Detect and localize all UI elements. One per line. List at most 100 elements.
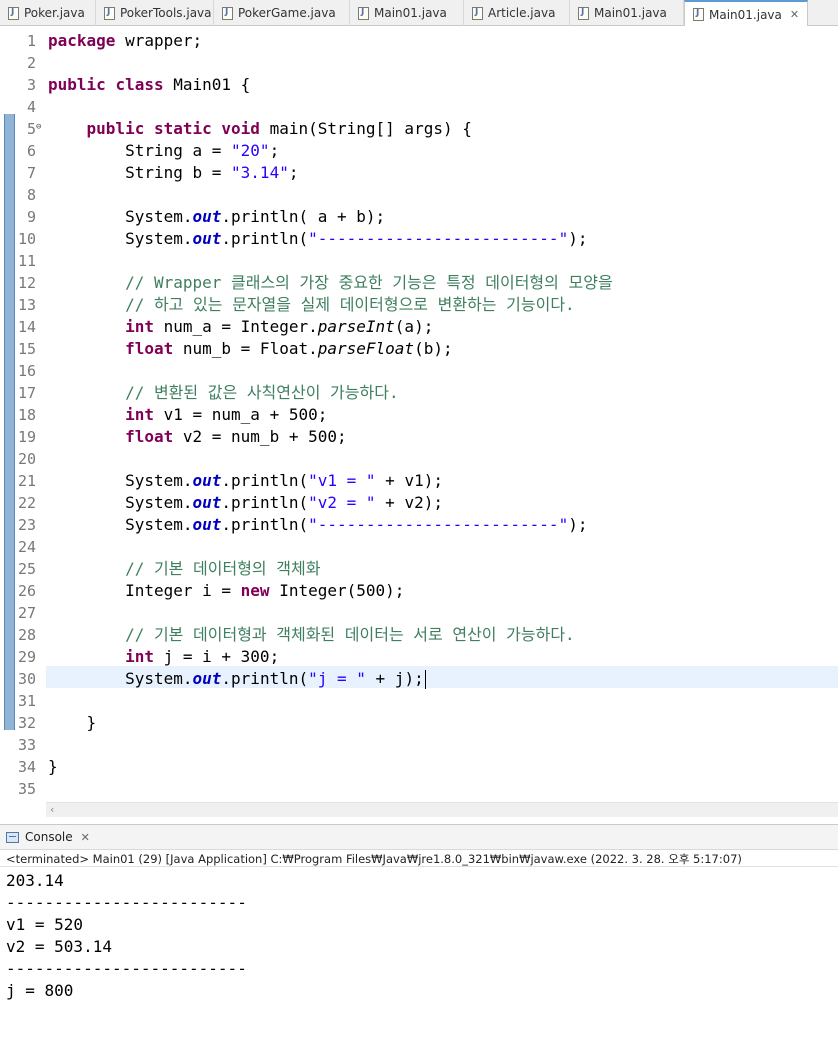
code-line[interactable]: 24 [0, 536, 838, 558]
code-line[interactable]: 6 String a = "20"; [0, 140, 838, 162]
code-line[interactable]: 32 } [0, 712, 838, 734]
code-editor[interactable]: 1 package wrapper; 2 3 public class Main01 {… [0, 26, 838, 817]
code-token: + v1); [375, 471, 443, 490]
tab-poker-java[interactable]: Poker.java [0, 0, 96, 26]
tab-main01-java[interactable]: Main01.java [350, 0, 464, 26]
line-number: 25 [0, 558, 36, 580]
line-number: 24 [0, 536, 36, 558]
code-lines[interactable]: 1 package wrapper; 2 3 public class Main01 {… [0, 30, 838, 800]
tab-pokergame-java[interactable]: PokerGame.java [214, 0, 350, 26]
code-text: System.out.println("v2 = " + v2); [48, 492, 443, 514]
line-number-text: 27 [17, 604, 36, 622]
close-icon[interactable]: ✕ [790, 8, 799, 21]
tab-label: Poker.java [24, 6, 85, 20]
code-line[interactable]: 17 // 변환된 값은 사칙연산이 가능하다. [0, 382, 838, 404]
console-status: <terminated> Main01 (29) [Java Applicati… [6, 852, 742, 866]
code-token: "-------------------------" [308, 229, 569, 248]
code-token: Integer(500); [269, 581, 405, 600]
code-token: new [240, 581, 270, 600]
code-line[interactable]: 35 [0, 778, 838, 800]
code-token: // Wrapper 클래스의 가장 중요한 기능은 특정 데이터형의 모양을 [125, 273, 613, 292]
java-file-icon [222, 6, 233, 20]
fold-collapse-icon[interactable]: ⊖ [36, 116, 41, 138]
text-caret [424, 670, 426, 689]
code-line[interactable]: 7 String b = "3.14"; [0, 162, 838, 184]
code-line[interactable]: 29 int j = i + 300; [0, 646, 838, 668]
line-number-text: 11 [17, 252, 36, 270]
code-line[interactable]: 34} [0, 756, 838, 778]
code-line[interactable]: 28 // 기본 데이터형과 객체화된 데이터는 서로 연산이 가능하다. [0, 624, 838, 646]
console-tab[interactable]: Console ✕ [0, 824, 838, 850]
code-text: public class Main01 { [48, 74, 250, 96]
code-line[interactable]: 21 System.out.println("v1 = " + v1); [0, 470, 838, 492]
code-line[interactable]: 13 // 하고 있는 문자열을 실제 데이터형으로 변환하는 기능이다. [0, 294, 838, 316]
line-number: 28 [0, 624, 36, 646]
code-line[interactable]: 11 [0, 250, 838, 272]
code-line[interactable]: 9 System.out.println( a + b); [0, 206, 838, 228]
code-token: } [48, 757, 58, 776]
line-number-text: 26 [17, 582, 36, 600]
code-token: "v2 = " [308, 493, 376, 512]
code-line[interactable]: 30 System.out.println("j = " + j); [0, 668, 838, 690]
code-line[interactable]: 10 System.out.println("-----------------… [0, 228, 838, 250]
code-line[interactable]: 15 float num_b = Float.parseFloat(b); [0, 338, 838, 360]
code-line[interactable]: 18 int v1 = num_a + 500; [0, 404, 838, 426]
line-number-text: 35 [17, 780, 36, 798]
code-token: static [153, 119, 212, 138]
code-line[interactable]: 1 package wrapper; [0, 30, 838, 52]
line-number-text: 23 [17, 516, 36, 534]
code-line[interactable]: 8 [0, 184, 838, 206]
code-token: float [125, 339, 174, 358]
code-line[interactable]: 33 [0, 734, 838, 756]
code-token: System. [48, 471, 193, 490]
code-line[interactable]: 23 System.out.println("-----------------… [0, 514, 838, 536]
line-number: 6 [0, 140, 36, 162]
code-line[interactable]: 3 public class Main01 { [0, 74, 838, 96]
tab-pokertools-java[interactable]: PokerTools.java [96, 0, 214, 26]
line-number: 18 [0, 404, 36, 426]
code-line[interactable]: 22 System.out.println("v2 = " + v2); [0, 492, 838, 514]
code-line[interactable]: 27 [0, 602, 838, 624]
code-token: ; [288, 163, 299, 182]
line-number-text: 16 [17, 362, 36, 380]
code-line[interactable]: 19 float v2 = num_b + 500; [0, 426, 838, 448]
code-line[interactable]: 14 int num_a = Integer.parseInt(a); [0, 316, 838, 338]
code-line[interactable]: 26 Integer i = new Integer(500); [0, 580, 838, 602]
line-number: 4 [0, 96, 36, 118]
close-icon[interactable]: ✕ [81, 831, 90, 844]
console-icon [6, 831, 19, 843]
tab-article-java[interactable]: Article.java [464, 0, 570, 26]
line-number: 21 [0, 470, 36, 492]
code-token: int [125, 647, 154, 666]
code-line[interactable]: 25 // 기본 데이터형의 객체화 [0, 558, 838, 580]
java-file-icon [104, 6, 115, 20]
scroll-left-icon[interactable]: ‹ [50, 803, 54, 817]
code-token: System. [48, 669, 193, 688]
code-token: wrapper; [115, 31, 203, 50]
code-line[interactable]: 12 // Wrapper 클래스의 가장 중요한 기능은 특정 데이터형의 모… [0, 272, 838, 294]
code-line[interactable]: 31 [0, 690, 838, 712]
code-text: } [48, 712, 97, 734]
code-token: out [192, 471, 222, 490]
code-token: } [48, 713, 97, 732]
code-token: // 기본 데이터형의 객체화 [125, 559, 321, 578]
code-line[interactable]: 20 [0, 448, 838, 470]
horizontal-scrollbar[interactable]: ‹ [46, 802, 838, 817]
code-text: String a = "20"; [48, 140, 279, 162]
tab-main01-java[interactable]: Main01.java [570, 0, 684, 26]
code-line[interactable]: 16 [0, 360, 838, 382]
code-line[interactable]: 2 [0, 52, 838, 74]
code-token: out [192, 207, 222, 226]
code-token: parseInt [317, 317, 395, 336]
line-number: 22 [0, 492, 36, 514]
code-line[interactable]: 5 ⊖ public static void main(String[] args… [0, 118, 838, 140]
line-number: 9 [0, 206, 36, 228]
tab-main01-java-active[interactable]: Main01.java ✕ [684, 0, 808, 27]
code-line[interactable]: 4 [0, 96, 838, 118]
console-output[interactable]: 203.14 ------------------------- v1 = 520 v… [6, 870, 247, 1002]
